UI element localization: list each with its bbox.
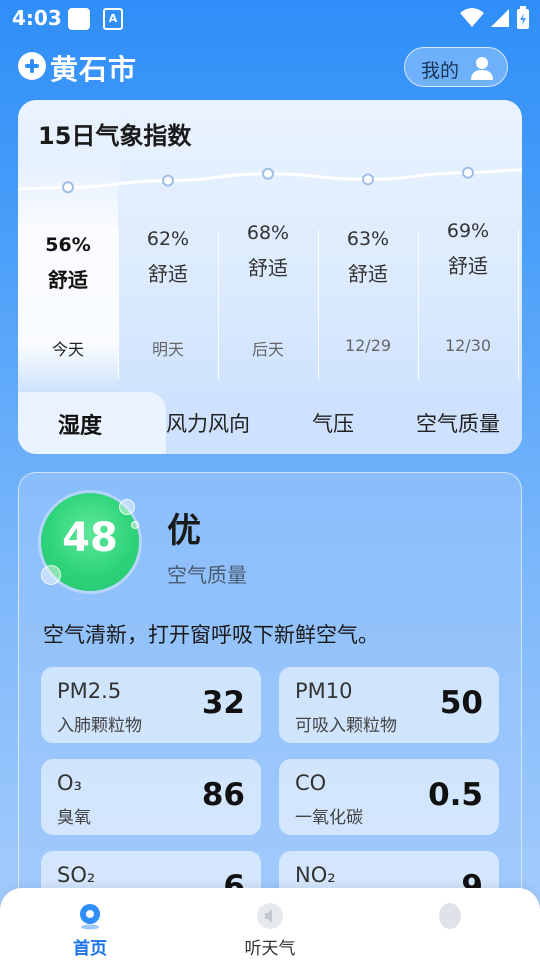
day-date: 12/30 xyxy=(444,336,492,355)
day-date: 今天 xyxy=(51,340,84,359)
trend-point xyxy=(462,166,474,179)
mine-button-label: 我的 xyxy=(421,60,460,82)
pollutant-o3[interactable]: O₃ 臭氧 86 xyxy=(41,759,261,835)
trend-point xyxy=(162,174,174,187)
day-pct: 63% xyxy=(346,228,390,250)
bubble-decoration xyxy=(119,499,135,515)
add-city-icon[interactable] xyxy=(18,52,46,80)
pollutant-desc: 入肺颗粒物 xyxy=(57,716,142,736)
battery-icon xyxy=(517,6,529,29)
forecast-title: 15日气象指数 xyxy=(38,122,192,150)
pollutant-pm10[interactable]: PM10 可吸入颗粒物 50 xyxy=(279,667,499,743)
day-pct: 68% xyxy=(246,222,290,244)
pollutant-value: 50 xyxy=(439,685,483,721)
pollutant-desc: 一氧化碳 xyxy=(295,808,363,828)
speaker-icon xyxy=(257,903,283,929)
tab-wind[interactable]: 风力风向 xyxy=(166,408,250,438)
user-icon xyxy=(471,57,493,80)
nav-listen-weather[interactable]: 听天气 xyxy=(180,888,360,960)
signal-icon xyxy=(490,9,509,27)
day-level: 舒适 xyxy=(248,256,288,280)
nav-home[interactable]: 首页 xyxy=(0,888,180,960)
status-time: 4:03 xyxy=(12,6,62,30)
tab-pressure[interactable]: 气压 xyxy=(312,408,354,438)
pollutant-value: 32 xyxy=(201,685,245,721)
air-quality-card: 48 优 空气质量 空气清新，打开窗呼吸下新鲜空气。 PM2.5 入肺颗粒物 3… xyxy=(18,472,522,960)
day-divider xyxy=(218,230,219,380)
tab-air-quality[interactable]: 空气质量 xyxy=(416,408,500,438)
aqi-advice: 空气清新，打开窗呼吸下新鲜空气。 xyxy=(43,623,379,647)
bubble-decoration xyxy=(41,565,61,585)
aqi-level: 优 xyxy=(167,511,201,551)
bubble-decoration xyxy=(131,521,139,529)
forecast-card: 15日气象指数 56% 舒适 今天 62% 舒适 明天 68% 舒适 后天 63… xyxy=(18,100,522,454)
pollutant-name: O₃ xyxy=(57,771,82,795)
profile-icon xyxy=(439,903,461,929)
nav-label: 听天气 xyxy=(244,939,296,959)
aqi-label: 空气质量 xyxy=(167,563,247,587)
wifi-icon xyxy=(459,8,484,27)
notification-icon xyxy=(68,8,90,30)
trend-point xyxy=(362,173,374,186)
tab-humidity[interactable]: 湿度 xyxy=(18,392,166,454)
status-icons xyxy=(459,6,530,30)
tab-label: 湿度 xyxy=(58,414,103,439)
mine-button[interactable]: 我的 xyxy=(404,47,508,87)
nav-label: 首页 xyxy=(73,939,107,959)
day-divider xyxy=(518,230,519,380)
city-name[interactable]: 黄石市 xyxy=(50,48,137,88)
day-level: 舒适 xyxy=(148,262,188,286)
app-header: 黄石市 我的 xyxy=(0,42,540,94)
pollutant-name: PM2.5 xyxy=(57,679,122,703)
humidity-trend-line xyxy=(18,166,522,194)
day-date: 12/29 xyxy=(344,336,392,355)
nav-profile[interactable] xyxy=(360,888,540,960)
pollutant-co[interactable]: CO 一氧化碳 0.5 xyxy=(279,759,499,835)
pollutant-name: NO₂ xyxy=(295,863,336,887)
day-pct: 62% xyxy=(146,228,190,250)
day-pct: 56% xyxy=(45,234,91,256)
day-divider xyxy=(318,230,319,380)
pollutant-desc: 臭氧 xyxy=(57,808,91,828)
pollutant-value: 0.5 xyxy=(428,777,483,813)
bottom-nav: 首页 听天气 xyxy=(0,888,540,960)
day-level: 舒适 xyxy=(48,268,88,292)
home-location-icon xyxy=(80,904,100,930)
pollutant-pm25[interactable]: PM2.5 入肺颗粒物 32 xyxy=(41,667,261,743)
day-level: 舒适 xyxy=(348,262,388,286)
forecast-tabs: 湿度 风力风向 气压 空气质量 xyxy=(18,392,522,454)
day-date: 后天 xyxy=(251,340,284,359)
day-pct: 69% xyxy=(446,220,490,242)
pollutant-name: SO₂ xyxy=(57,863,96,887)
pollutant-value: 86 xyxy=(201,777,245,813)
day-divider xyxy=(118,230,119,380)
day-divider xyxy=(418,230,419,380)
day-date: 明天 xyxy=(151,340,184,359)
day-level: 舒适 xyxy=(448,254,488,278)
status-bar: 4:03 A xyxy=(0,0,540,38)
pollutant-name: CO xyxy=(295,771,327,795)
trend-point xyxy=(62,181,74,194)
app-notification-icon: A xyxy=(103,8,123,30)
trend-point xyxy=(262,167,274,180)
pollutant-name: PM10 xyxy=(295,679,353,703)
aqi-value: 48 xyxy=(62,515,118,561)
pollutant-desc: 可吸入颗粒物 xyxy=(295,716,397,736)
